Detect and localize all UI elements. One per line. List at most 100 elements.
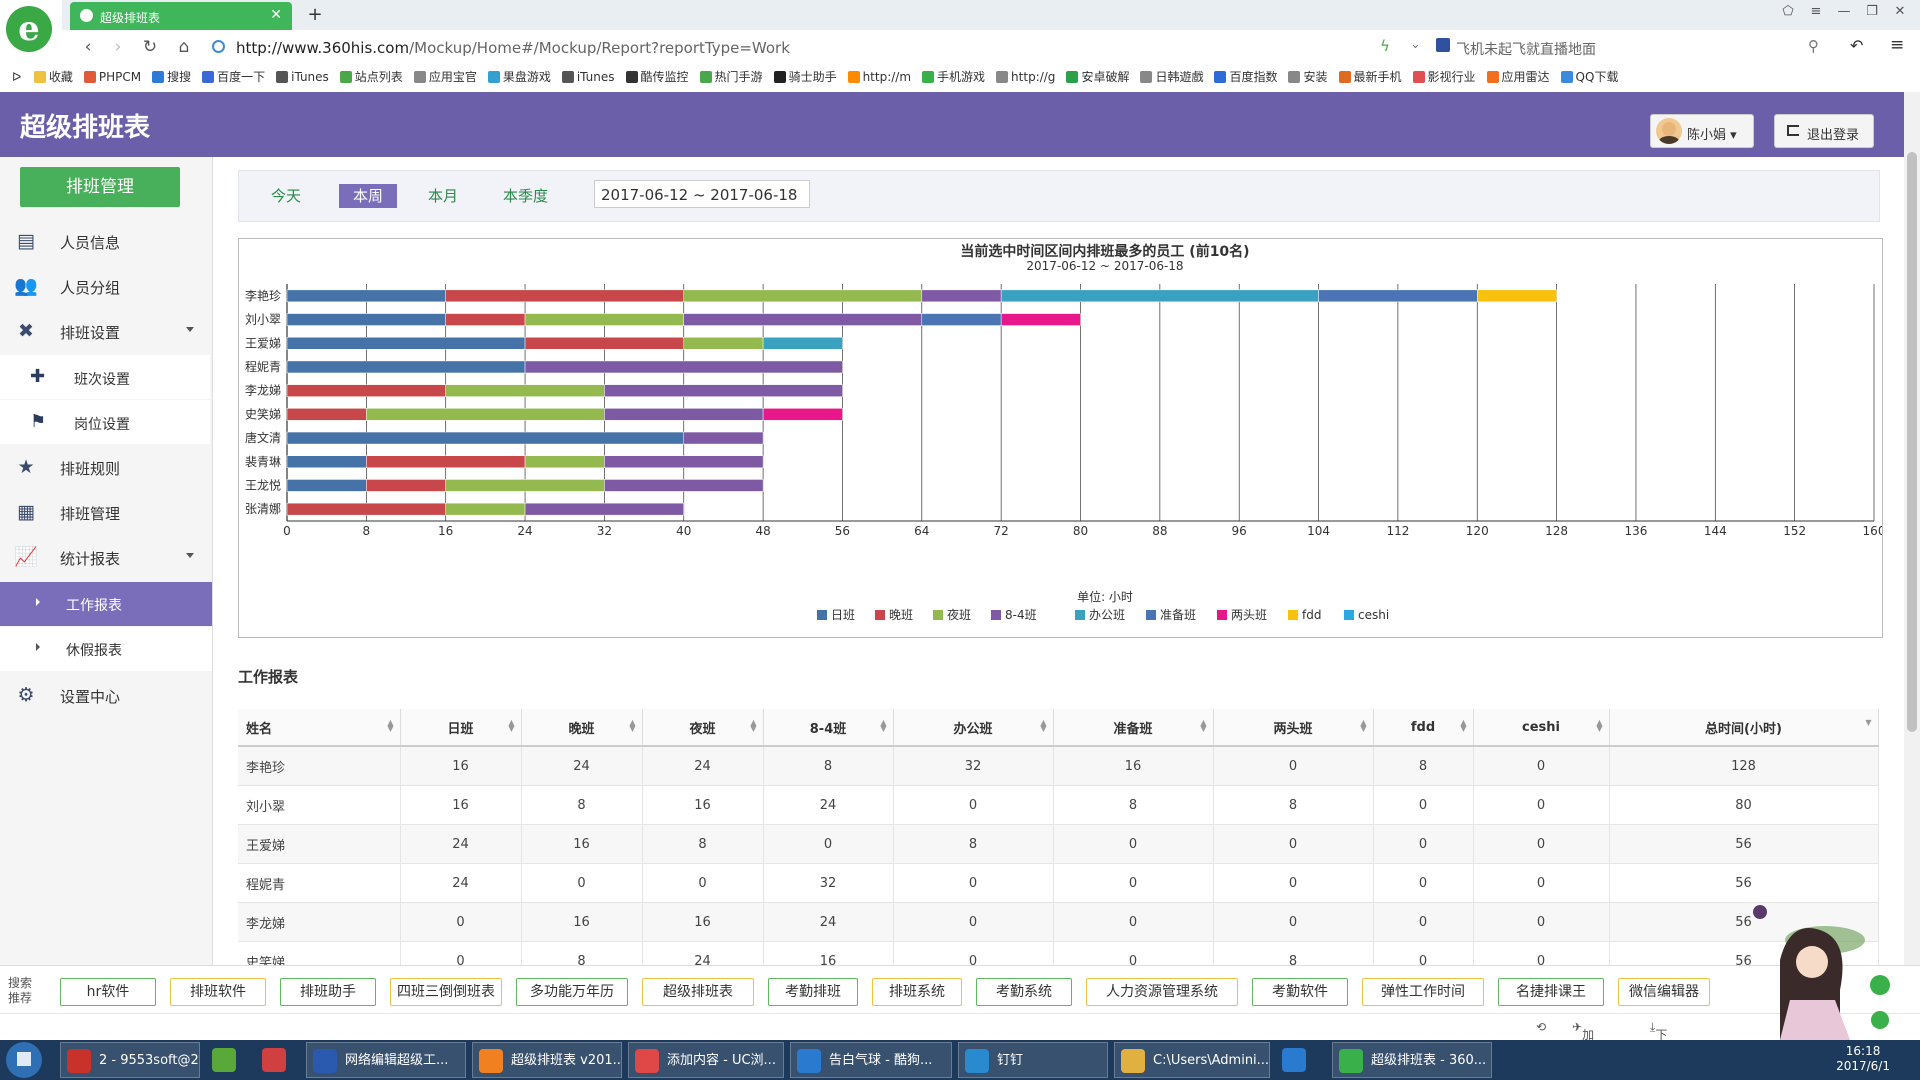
recommend-item[interactable]: 排班系统	[872, 978, 962, 1006]
bar-segment[interactable]	[683, 313, 923, 326]
bar-segment[interactable]	[762, 408, 843, 421]
bookmark-item[interactable]: 应用雷达	[1486, 64, 1550, 90]
sidebar-item-schedule-management[interactable]: ▦ 排班管理	[0, 490, 212, 534]
forward-icon[interactable]: ›	[106, 37, 130, 57]
table-header-cell[interactable]: ceshi ▲ ▼	[1473, 709, 1610, 747]
recommend-item[interactable]: 超级排班表	[642, 978, 754, 1006]
bookmark-item[interactable]: 酷传监控	[625, 64, 689, 90]
dropdown-chevron-icon[interactable]: ⌄	[1410, 37, 1421, 52]
menu-hamburger-icon[interactable]: ≡	[1890, 35, 1904, 55]
bar-segment[interactable]	[445, 502, 526, 516]
table-row[interactable]: 刘小翠 16 8 16 24 0 8 8 0 0 80	[238, 785, 1879, 825]
bar-segment[interactable]	[286, 337, 526, 350]
taskbar-task[interactable]	[206, 1042, 250, 1078]
bar-segment[interactable]	[683, 337, 764, 350]
start-button[interactable]	[6, 1042, 42, 1078]
taskbar-task[interactable]: 钉钉	[958, 1042, 1108, 1078]
legend-item[interactable]: fdd	[1288, 608, 1321, 622]
table-header-cell[interactable]: 姓名 ▲ ▼	[238, 709, 401, 747]
bar-segment[interactable]	[524, 455, 605, 468]
bar-segment[interactable]	[921, 289, 1002, 303]
legend-item[interactable]: 准备班	[1146, 608, 1196, 622]
legend-item[interactable]: ceshi	[1344, 608, 1389, 622]
sort-icon[interactable]: ▼	[1865, 719, 1871, 727]
sort-icon[interactable]: ▲ ▼	[387, 719, 393, 733]
bookmark-item[interactable]: 收藏	[33, 64, 73, 90]
bar-segment[interactable]	[286, 360, 526, 374]
address-bar[interactable]: http://www.360his.com/Mockup/Home#/Mocku…	[210, 34, 1410, 60]
bar-segment[interactable]	[366, 408, 605, 421]
bar-segment[interactable]	[762, 337, 843, 350]
bar-segment[interactable]	[445, 384, 605, 397]
bookmark-item[interactable]: 站点列表	[339, 64, 403, 90]
sort-icon[interactable]: ▲ ▼	[1596, 719, 1602, 733]
period-this-week[interactable]: 本周	[339, 184, 398, 208]
bookmark-item[interactable]: 影视行业	[1412, 64, 1476, 90]
sidebar-item-statistics[interactable]: 📈 统计报表	[0, 535, 212, 579]
scrollbar-thumb[interactable]	[1907, 152, 1917, 732]
bookmark-item[interactable]: 百度一下	[202, 64, 265, 90]
menu-icon[interactable]: ≡	[1802, 4, 1830, 19]
sort-icon[interactable]: ▲ ▼	[750, 719, 756, 733]
table-header-cell[interactable]: 两头班 ▲ ▼	[1213, 709, 1374, 747]
bar-segment[interactable]	[286, 479, 367, 492]
recommend-item[interactable]: 多功能万年历	[516, 978, 628, 1006]
recommend-item[interactable]: 人力资源管理系统	[1086, 978, 1238, 1006]
bar-segment[interactable]	[683, 289, 923, 303]
legend-item[interactable]: 两头班	[1217, 608, 1267, 622]
close-window-button[interactable]: ✕	[1886, 4, 1914, 19]
bookmark-item[interactable]: http://m	[847, 64, 911, 90]
bar-segment[interactable]	[524, 360, 843, 374]
bookmark-item[interactable]: http://g	[996, 64, 1055, 90]
user-menu-button[interactable]: 陈小娟 ▾	[1650, 114, 1754, 148]
undo-icon[interactable]: ↶	[1850, 36, 1863, 55]
bookmark-item[interactable]: 手机游戏	[922, 64, 985, 90]
period-this-quarter[interactable]: 本季度	[489, 184, 562, 208]
sidebar-subitem-post-settings[interactable]: ⚑ 岗位设置	[0, 400, 210, 444]
bar-segment[interactable]	[604, 408, 764, 421]
period-this-month[interactable]: 本月	[414, 184, 472, 208]
legend-item[interactable]: 8-4班	[991, 608, 1037, 622]
legend-item[interactable]: 夜班	[933, 607, 971, 622]
bar-segment[interactable]	[286, 455, 367, 468]
recommend-item[interactable]: 考勤系统	[976, 978, 1072, 1006]
bar-segment[interactable]	[366, 479, 446, 492]
bar-segment[interactable]	[366, 455, 526, 468]
taskbar-task[interactable]: 网络编辑超级工...	[306, 1042, 466, 1078]
sort-icon[interactable]: ▲ ▼	[1040, 719, 1046, 733]
sidebar-item-schedule-rules[interactable]: ★ 排班规则	[0, 445, 212, 489]
table-header-cell[interactable]: 晚班 ▲ ▼	[521, 709, 643, 747]
browser-tab-active[interactable]: 超级排班表 ✕	[70, 2, 292, 30]
search-icon[interactable]: ⚲	[1808, 37, 1819, 55]
bookmark-item[interactable]: 最新手机	[1338, 64, 1402, 90]
taskbar-task[interactable]: 告白气球 - 酷狗...	[790, 1042, 952, 1078]
table-header-cell[interactable]: 日班 ▲ ▼	[400, 709, 522, 747]
sort-icon[interactable]: ▲ ▼	[508, 719, 514, 733]
download-status[interactable]: ⤓ 下载	[1650, 1020, 1667, 1059]
recommend-item[interactable]: 四班三倒倒班表	[390, 978, 502, 1006]
recommend-item[interactable]: 名捷排课王	[1498, 978, 1604, 1006]
sidebar-subitem-work-report[interactable]: 工作报表	[0, 582, 212, 626]
bar-segment[interactable]	[921, 313, 1002, 326]
bar-segment[interactable]	[445, 289, 684, 303]
sidebar-subitem-shift-settings[interactable]: ✚ 班次设置	[0, 355, 210, 399]
taskbar-task[interactable]	[256, 1042, 300, 1078]
bar-segment[interactable]	[286, 313, 446, 326]
table-row[interactable]: 李龙娣 0 16 16 24 0 0 0 0 0 56	[238, 902, 1879, 942]
table-row[interactable]: 李艳珍 16 24 24 8 32 16 0 8 0 128	[238, 746, 1879, 786]
taskbar-task[interactable]: 添加内容 - UC浏...	[628, 1042, 784, 1078]
bookmark-item[interactable]: iTunes	[561, 64, 615, 90]
sidebar-item-staff-group[interactable]: 👥 人员分组	[0, 264, 212, 308]
sidebar-item-settings-center[interactable]: ⚙ 设置中心	[0, 673, 212, 717]
bar-segment[interactable]	[1000, 313, 1081, 326]
bookmark-item[interactable]: QQ下载	[1560, 64, 1618, 90]
bookmark-item[interactable]: 骑士助手	[773, 64, 837, 90]
recommend-item[interactable]: 微信编辑器	[1618, 978, 1710, 1006]
table-header-cell[interactable]: 8-4班 ▲ ▼	[763, 709, 894, 747]
bookmark-item[interactable]: 热门手游	[699, 64, 763, 90]
sort-icon[interactable]: ▲ ▼	[629, 719, 635, 733]
table-row[interactable]: 程妮青 24 0 0 32 0 0 0 0 0 56	[238, 863, 1879, 903]
recommend-item[interactable]: 弹性工作时间	[1362, 978, 1484, 1006]
bookmark-item[interactable]: 日韩遊戲	[1140, 64, 1203, 90]
legend-item[interactable]: 晚班	[875, 608, 913, 622]
